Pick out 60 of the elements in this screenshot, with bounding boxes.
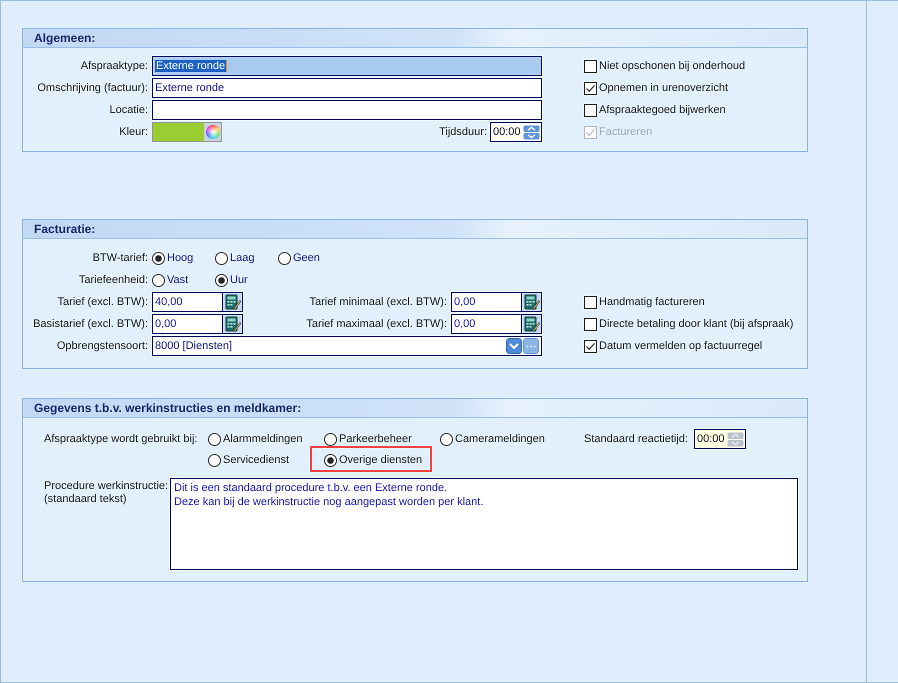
text-field[interactable]: [152, 100, 542, 120]
color-picker-button[interactable]: [204, 123, 221, 141]
field-note: (standaard tekst): [44, 493, 128, 506]
calculator-pencil-icon: [224, 294, 240, 310]
field-label: Omschrijving (factuur):: [36, 82, 148, 94]
radio-option[interactable]: Camerameldingen: [440, 432, 545, 446]
field-label: Afspraaktype wordt gebruikt bij:: [44, 433, 198, 445]
checkbox-option[interactable]: Opnemen in urenoverzicht: [584, 82, 728, 94]
field-label: Locatie:: [108, 104, 148, 116]
spinner-icon[interactable]: [523, 124, 540, 140]
field-label: BTW-tarief:: [92, 252, 148, 264]
field-label: Procedure werkinstructie:: [44, 480, 170, 493]
checkbox-option[interactable]: Datum vermelden op factuurregel: [584, 340, 762, 352]
calculator-button[interactable]: [521, 314, 542, 334]
text-field[interactable]: Externe ronde: [152, 78, 542, 98]
checkbox-option[interactable]: Afspraaktegoed bijwerken: [584, 104, 726, 116]
field-label: Standaard reactietijd:: [584, 433, 688, 445]
radio-option[interactable]: Parkeerbeheer: [324, 432, 412, 446]
response-time-field[interactable]: 00:00: [694, 429, 746, 449]
radio-option[interactable]: Uur: [215, 274, 278, 286]
field-label: Tarief (excl. BTW):: [56, 296, 148, 308]
ellipsis-icon[interactable]: [523, 338, 539, 354]
color-swatch[interactable]: [152, 122, 222, 142]
section-title: Gegevens t.b.v. werkinstructies en meldkamer:: [34, 401, 302, 415]
field-label: Tarief minimaal (excl. BTW):: [308, 296, 448, 308]
calculator-button[interactable]: [222, 292, 243, 312]
field-label: Kleur:: [118, 126, 148, 138]
amount-field[interactable]: 40,00: [152, 292, 222, 312]
field-label: Tariefeenheid:: [78, 274, 148, 286]
amount-field[interactable]: 0,00: [152, 314, 222, 334]
section-title: Algemeen:: [34, 31, 96, 45]
field-label: Basistarief (excl. BTW):: [32, 318, 148, 330]
revenue-type-dropdown[interactable]: 8000 [Diensten]: [152, 336, 542, 356]
radio-option[interactable]: Overige diensten: [324, 454, 422, 466]
radio-option[interactable]: Alarmmeldingen: [208, 432, 302, 446]
color-wheel-icon: [206, 125, 220, 139]
radio-option[interactable]: Hoog: [152, 252, 215, 264]
field-label: Tijdsduur:: [439, 126, 487, 138]
checkbox-option[interactable]: Niet opschonen bij onderhoud: [584, 60, 746, 72]
section-title: Facturatie:: [34, 222, 96, 236]
amount-field[interactable]: 0,00: [451, 314, 521, 334]
radio-option[interactable]: Geen: [278, 252, 341, 264]
text-field[interactable]: Externe ronde: [152, 56, 542, 76]
radio-option[interactable]: Laag: [215, 252, 278, 264]
checkbox-option[interactable]: Handmatig factureren: [584, 296, 705, 308]
amount-field[interactable]: 0,00: [451, 292, 521, 312]
dropdown-value: 8000 [Diensten]: [155, 340, 234, 352]
calculator-button[interactable]: [521, 292, 542, 312]
field-label: Afspraaktype:: [80, 60, 148, 72]
field-label: Tarief maximaal (excl. BTW):: [305, 318, 448, 330]
calculator-button[interactable]: [222, 314, 243, 334]
checkbox-option[interactable]: Directe betaling door klant (bij afspraak): [584, 318, 794, 330]
calculator-pencil-icon: [524, 294, 540, 310]
field-label: Opbrengstensoort:: [56, 340, 148, 352]
duration-field[interactable]: 00:00: [490, 122, 542, 142]
calculator-pencil-icon: [224, 316, 240, 332]
calculator-pencil-icon: [524, 316, 540, 332]
radio-option[interactable]: Vast: [152, 274, 215, 286]
radio-option[interactable]: Servicedienst: [208, 454, 290, 466]
procedure-textarea[interactable]: Dit is een standaard procedure t.b.v. een Externe ronde. Deze kan bij de werkinstructie nog aangepast worden per klant.: [170, 478, 798, 570]
